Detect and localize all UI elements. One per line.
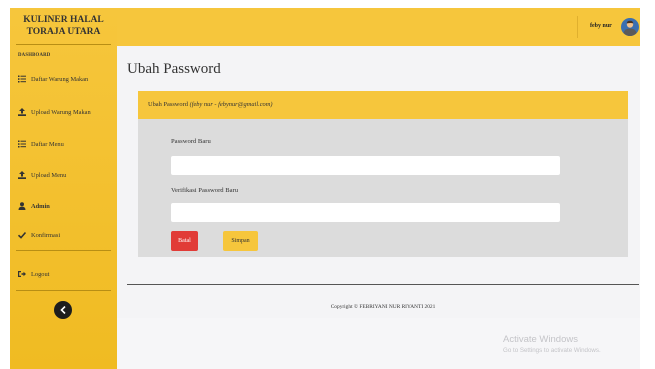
card-title: Ubah Password bbox=[148, 101, 188, 108]
sidebar-divider bbox=[16, 290, 111, 291]
sidebar-item-label: Admin bbox=[31, 202, 50, 210]
user-name[interactable]: feby nur bbox=[590, 23, 612, 29]
card-subtitle: (feby nur - febynur@gmail.com) bbox=[189, 101, 273, 108]
chevron-left-icon bbox=[60, 306, 66, 314]
footer-divider bbox=[127, 284, 639, 285]
watermark-title: Activate Windows bbox=[503, 334, 578, 345]
change-password-card: Ubah Password (feby nur - febynur@gmail.… bbox=[138, 91, 628, 257]
upload-icon bbox=[18, 108, 26, 116]
new-password-field[interactable] bbox=[171, 156, 560, 175]
sidebar-item-daftar-menu[interactable]: Daftar Menu bbox=[18, 139, 64, 149]
sidebar-item-upload-menu[interactable]: Upload Menu bbox=[18, 170, 66, 180]
page-title: Ubah Password bbox=[127, 61, 221, 77]
copyright-text: Copyright © FEBRIYANI NUR RIYANTI 2021 bbox=[330, 304, 436, 310]
app-window: KULINER HALAL TORAJA UTARA DASHBOARD Daf… bbox=[10, 8, 640, 369]
save-button[interactable]: Simpan bbox=[223, 231, 258, 251]
sidebar-toggle-button[interactable] bbox=[54, 301, 72, 319]
topbar-divider bbox=[577, 16, 578, 38]
new-password-label: Password Baru bbox=[171, 138, 211, 145]
sidebar-divider bbox=[16, 250, 111, 251]
user-icon bbox=[18, 202, 26, 210]
sidebar-item-label: Daftar Warung Makan bbox=[31, 75, 89, 83]
list-icon bbox=[18, 140, 26, 148]
brand-divider bbox=[16, 44, 111, 45]
sidebar: KULINER HALAL TORAJA UTARA DASHBOARD Daf… bbox=[10, 8, 117, 369]
sidebar-item-label: Logout bbox=[31, 270, 50, 278]
sidebar-item-konfirmasi[interactable]: Konfirmasi bbox=[18, 230, 60, 240]
check-icon bbox=[18, 231, 26, 239]
sidebar-item-logout[interactable]: Logout bbox=[18, 269, 49, 279]
sidebar-item-label: Daftar Menu bbox=[31, 140, 64, 148]
sidebar-item-label: Upload Menu bbox=[31, 171, 67, 179]
brand-line-2: TORAJA UTARA bbox=[26, 27, 101, 37]
sidebar-item-label: Konfirmasi bbox=[31, 231, 61, 239]
watermark-subtitle: Go to Settings to activate Windows. bbox=[503, 347, 601, 354]
card-header: Ubah Password (feby nur - febynur@gmail.… bbox=[138, 91, 628, 119]
list-icon bbox=[18, 75, 26, 83]
brand-line-1: KULINER HALAL bbox=[23, 15, 104, 25]
upload-icon bbox=[18, 171, 26, 179]
sidebar-section-label: DASHBOARD bbox=[18, 53, 51, 58]
verify-password-label: Verifikasi Password Baru bbox=[171, 187, 239, 194]
logout-icon bbox=[18, 270, 26, 278]
sidebar-item-upload-warung-makan[interactable]: Upload Warung Makan bbox=[18, 107, 91, 117]
sidebar-item-daftar-warung-makan[interactable]: Daftar Warung Makan bbox=[18, 74, 88, 84]
sidebar-item-label: Upload Warung Makan bbox=[31, 108, 91, 116]
cancel-button[interactable]: Batal bbox=[171, 231, 198, 251]
brand-title[interactable]: KULINER HALAL TORAJA UTARA bbox=[10, 8, 117, 38]
activate-windows-watermark: Activate Windows Go to Settings to activ… bbox=[503, 334, 601, 354]
verify-password-field[interactable] bbox=[171, 203, 560, 222]
topbar: feby nur bbox=[117, 8, 640, 46]
sidebar-item-admin[interactable]: Admin bbox=[18, 201, 50, 211]
avatar[interactable] bbox=[621, 18, 639, 36]
